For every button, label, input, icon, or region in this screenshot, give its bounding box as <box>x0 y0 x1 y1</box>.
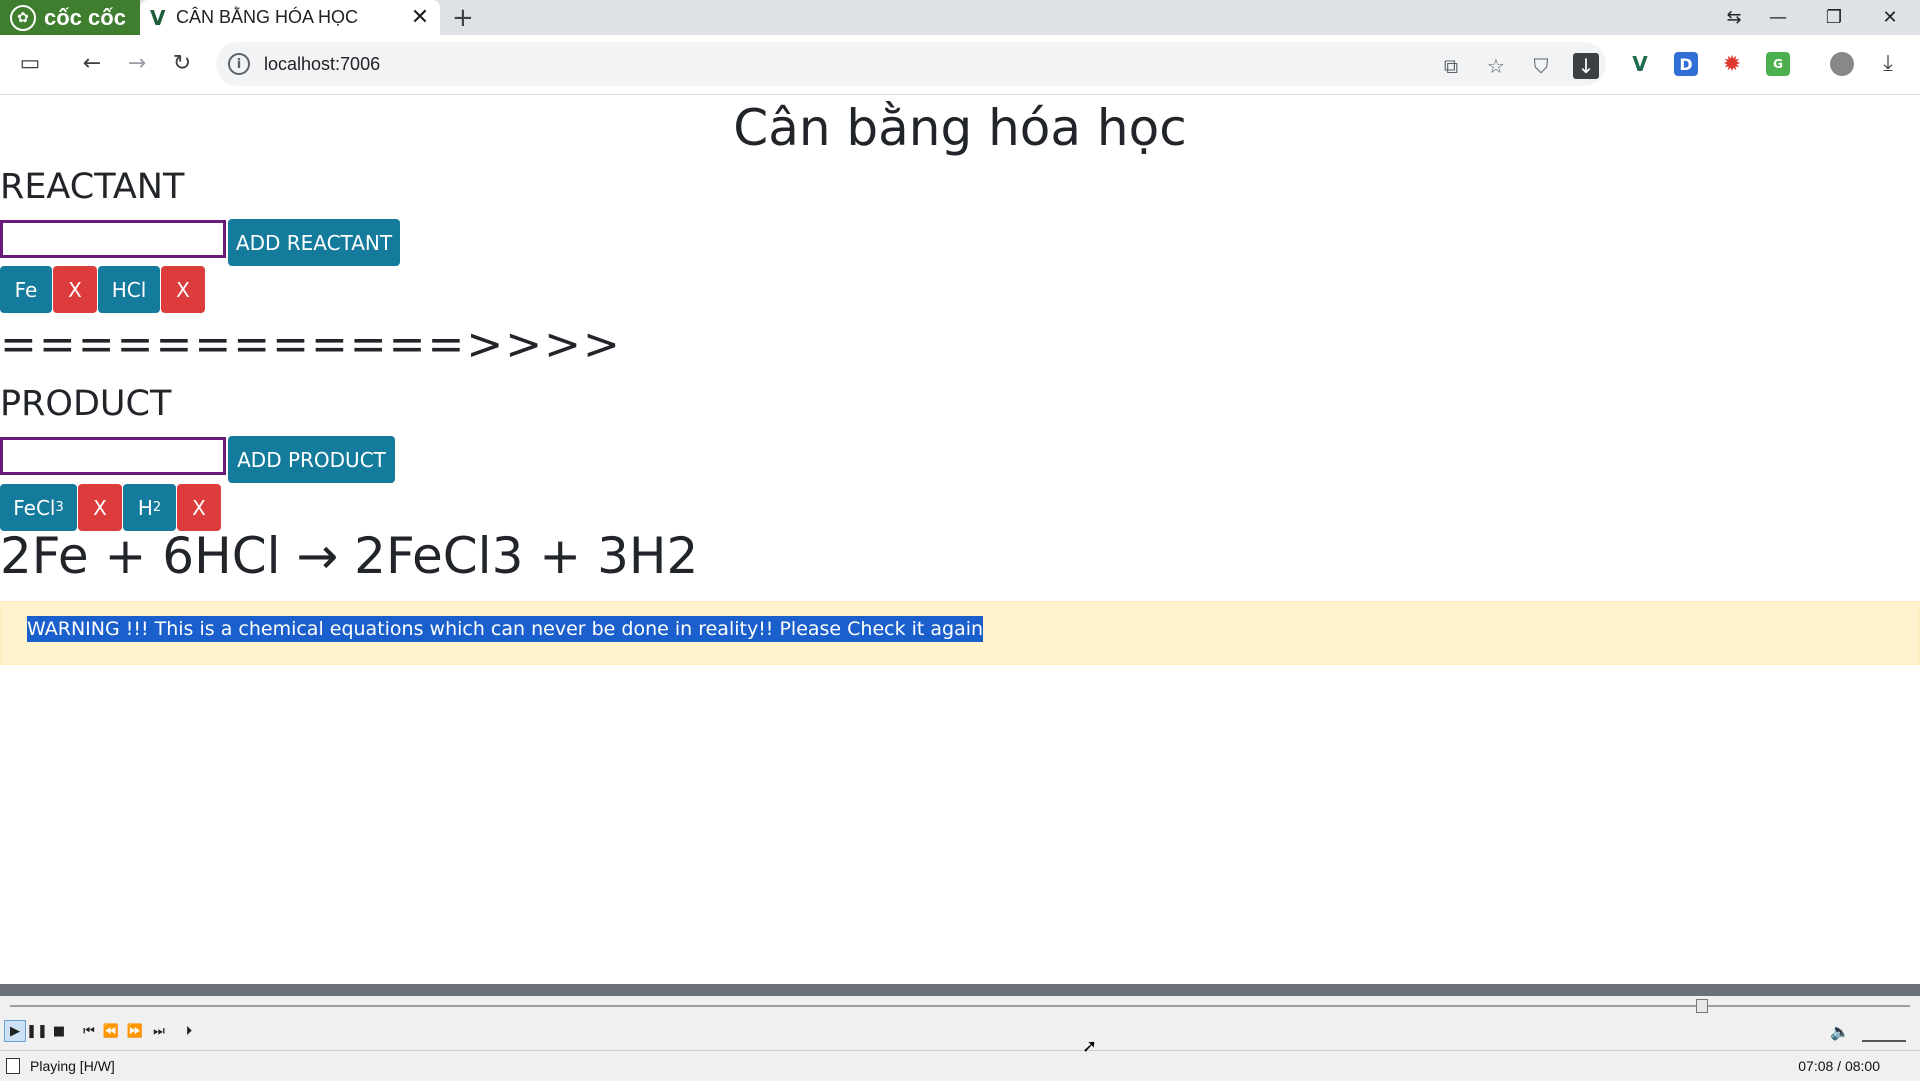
tab-close-icon[interactable]: ✕ <box>408 5 432 30</box>
warning-alert: WARNING !!! This is a chemical equations… <box>0 601 1920 665</box>
next-icon[interactable]: ⏭ <box>148 1020 170 1042</box>
video-seek-strip[interactable] <box>0 984 1920 996</box>
pause-icon[interactable]: ❚❚ <box>26 1020 48 1042</box>
remove-product-button[interactable]: X <box>78 484 122 531</box>
site-info-icon[interactable]: i <box>228 53 250 75</box>
reactant-chip[interactable]: HCl <box>98 266 160 313</box>
reaction-arrow: ============>>>> <box>0 319 622 370</box>
vue-icon: V <box>150 5 166 30</box>
window-close-icon[interactable]: ✕ <box>1862 0 1918 35</box>
reactant-input[interactable] <box>0 220 226 258</box>
product-chip[interactable]: H2 <box>123 484 176 531</box>
stop-icon[interactable]: ■ <box>48 1020 70 1042</box>
play-icon[interactable]: ▶ <box>4 1020 26 1042</box>
extension-d-icon[interactable]: D <box>1674 52 1698 76</box>
product-formula: H <box>137 495 153 520</box>
vue-devtools-extension-icon[interactable]: V <box>1628 52 1652 76</box>
coccoc-logo-icon: ✿ <box>10 4 36 31</box>
product-heading: PRODUCT <box>0 384 172 424</box>
previous-icon[interactable]: ⏮ <box>78 1020 100 1042</box>
back-icon[interactable]: ← <box>76 47 108 79</box>
playback-state: Playing [H/W] <box>30 1058 115 1074</box>
reload-icon[interactable]: ↻ <box>166 47 198 79</box>
volume-slider[interactable] <box>1862 1024 1906 1042</box>
tab-title: CÂN BẰNG HÓA HỌC <box>176 7 359 27</box>
remove-reactant-button[interactable]: X <box>161 266 205 313</box>
restore-icon[interactable]: ❐ <box>1806 0 1862 35</box>
playback-time: 07:08 / 08:00 <box>1798 1058 1880 1074</box>
product-chip[interactable]: FeCl 3 <box>0 484 77 531</box>
seek-thumb[interactable] <box>1696 999 1708 1013</box>
seek-track[interactable] <box>10 1005 1910 1007</box>
extension-gear-icon[interactable]: ✹ <box>1720 52 1744 77</box>
reactant-formula: HCl <box>111 277 147 302</box>
extension-green-icon[interactable]: G <box>1766 52 1790 76</box>
remove-reactant-button[interactable]: X <box>53 266 97 313</box>
shield-icon[interactable]: ⛉ <box>1528 53 1554 79</box>
player-status-bar: Playing [H/W] 07:08 / 08:00 <box>0 1050 1920 1081</box>
add-product-button[interactable]: ADD PRODUCT <box>228 436 395 483</box>
status-file-icon <box>6 1058 20 1074</box>
mouse-cursor-icon: ➚ <box>1082 1036 1098 1057</box>
bookmark-star-icon[interactable]: ☆ <box>1483 53 1509 79</box>
product-subscript: 2 <box>152 500 162 515</box>
balanced-equation: 2Fe + 6HCl → 2FeCl3 + 3H2 <box>0 527 699 585</box>
browser-tab-strip: ✿ cốc cốc V CÂN BẰNG HÓA HỌC ✕ + ⇆ — ❐ ✕ <box>0 0 1920 35</box>
add-reactant-button[interactable]: ADD REACTANT <box>228 219 400 266</box>
volume-icon[interactable]: 🔈 <box>1830 1022 1850 1041</box>
save-page-icon[interactable]: ↓ <box>1573 53 1599 79</box>
translate-icon[interactable]: ⧉ <box>1438 53 1464 79</box>
sidebar-toggle-icon[interactable]: ▭ <box>14 47 46 79</box>
new-tab-icon[interactable]: + <box>452 3 474 33</box>
browser-toolbar: ▭ ← → ↻ i localhost:7006 ⧉ ☆ ⛉ ↓ V D ✹ G… <box>0 35 1920 95</box>
minimize-icon[interactable]: — <box>1750 0 1806 35</box>
forward-icon[interactable]: → <box>121 47 153 79</box>
remove-product-button[interactable]: X <box>177 484 221 531</box>
warning-text[interactable]: WARNING !!! This is a chemical equations… <box>27 616 984 642</box>
product-input[interactable] <box>0 437 226 475</box>
browser-brand-label: cốc cốc <box>44 4 126 30</box>
profile-avatar[interactable] <box>1830 52 1854 76</box>
reactant-heading: REACTANT <box>0 167 185 207</box>
reactant-chip[interactable]: Fe <box>0 266 52 313</box>
address-bar[interactable]: i localhost:7006 <box>216 42 1606 86</box>
page-title: Cân bằng hóa học <box>733 99 1187 157</box>
browser-tab-active[interactable]: V CÂN BẰNG HÓA HỌC ✕ <box>140 0 440 35</box>
player-controls: ▶ ❚❚ ■ ⏮ ⏪ ⏩ ⏭ ⏵ 🔈 <box>0 996 1920 1050</box>
address-url[interactable]: localhost:7006 <box>264 54 380 75</box>
fast-forward-icon[interactable]: ⏩ <box>124 1020 146 1042</box>
rewind-icon[interactable]: ⏪ <box>100 1020 122 1042</box>
product-subscript: 3 <box>55 500 64 515</box>
page-content: Cân bằng hóa học REACTANT ADD REACTANT F… <box>0 95 1920 985</box>
frame-step-icon[interactable]: ⏵ <box>178 1020 200 1042</box>
reactant-formula: Fe <box>14 277 38 302</box>
product-formula: FeCl <box>13 495 56 520</box>
browser-brand[interactable]: ✿ cốc cốc <box>0 0 140 35</box>
downloads-icon[interactable]: ⤓ <box>1872 47 1904 79</box>
